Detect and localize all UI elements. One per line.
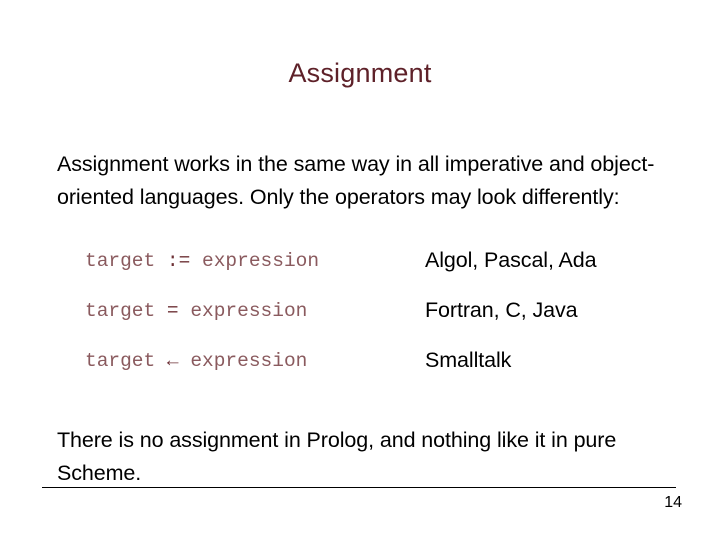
footer-divider [42, 487, 676, 488]
language-list-3: Smalltalk [425, 348, 512, 372]
language-list-1: Algol, Pascal, Ada [425, 248, 597, 272]
spacer-2 [155, 300, 167, 322]
page-number: 14 [664, 494, 682, 511]
expression-keyword-1: expression [202, 250, 320, 272]
target-keyword-1: target [85, 250, 156, 272]
table-row: target := expression Algol, Pascal, Ada [85, 248, 675, 298]
operator-syntax-2: target = expression [85, 298, 415, 324]
spacer-3 [155, 350, 167, 372]
target-keyword-3: target [85, 350, 156, 372]
intro-paragraph: Assignment works in the same way in all … [57, 151, 655, 209]
table-row: target ← expression Smalltalk [85, 348, 675, 398]
expression-keyword-2: expression [190, 300, 308, 322]
operator-syntax-1: target := expression [85, 248, 415, 274]
expression-keyword-3: expression [190, 350, 308, 372]
page-title: Assignment [288, 58, 432, 89]
spacer-2b [179, 300, 191, 322]
slide: Assignment Assignment works in the same … [0, 0, 720, 540]
assignment-operator-1: := [166, 250, 191, 272]
spacer-3b [179, 350, 191, 372]
target-keyword-2: target [85, 300, 156, 322]
table-row: target = expression Fortran, C, Java [85, 298, 675, 348]
left-arrow-icon: ← [166, 350, 179, 372]
operator-syntax-3: target ← expression [85, 348, 415, 374]
assignment-operator-2: = [166, 300, 179, 322]
outro-paragraph: There is no assignment in Prolog, and no… [57, 427, 617, 485]
language-list-2: Fortran, C, Java [425, 298, 578, 322]
spacer-1 [155, 250, 167, 272]
operator-table: target := expression Algol, Pascal, Ada … [85, 248, 675, 398]
spacer-1b [190, 250, 202, 272]
